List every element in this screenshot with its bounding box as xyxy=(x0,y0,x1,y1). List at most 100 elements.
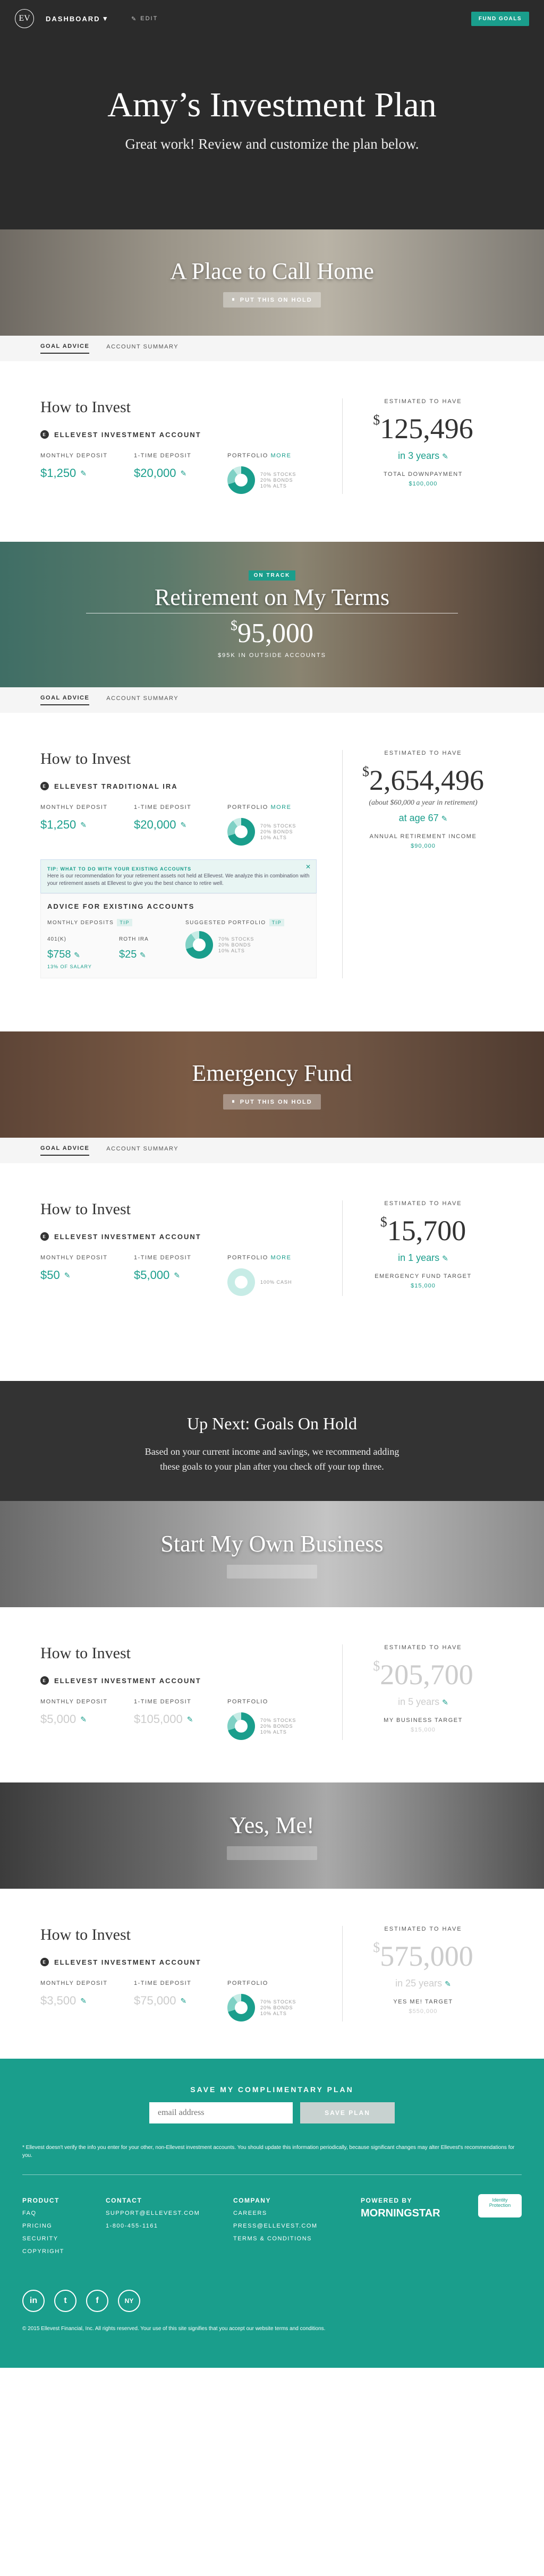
linkedin-icon[interactable]: in xyxy=(22,2290,45,2312)
target-value[interactable]: $100,000 xyxy=(343,481,504,487)
goal-tabs: GOAL ADVICE ACCOUNT SUMMARY xyxy=(0,687,544,713)
footer-link-pricing[interactable]: PRICING xyxy=(22,2220,106,2232)
pencil-icon[interactable]: ✎ xyxy=(181,469,187,478)
portfolio-donut xyxy=(227,466,255,494)
target-value[interactable]: $90,000 xyxy=(343,843,504,849)
target-value[interactable]: $15,000 xyxy=(343,1727,504,1733)
pencil-icon[interactable]: ✎ xyxy=(181,1997,187,2006)
monthly-deposits-label: MONTHLY DEPOSITS xyxy=(47,920,114,926)
pencil-icon[interactable]: ✎ xyxy=(80,469,87,478)
target-value[interactable]: $550,000 xyxy=(343,2008,504,2015)
close-icon[interactable]: ✕ xyxy=(305,863,311,871)
time-value[interactable]: in 25 years xyxy=(395,1978,442,1989)
tip-title: TIP: WHAT TO DO WITH YOUR EXISTING ACCOU… xyxy=(47,866,192,872)
footer-link-copyright[interactable]: COPYRIGHT xyxy=(22,2245,106,2258)
tab-account-summary[interactable]: ACCOUNT SUMMARY xyxy=(106,344,178,353)
time-value[interactable]: in 3 years xyxy=(398,450,439,461)
pencil-icon[interactable]: ✎ xyxy=(140,951,146,960)
add-to-plan-button[interactable] xyxy=(227,1564,317,1579)
k401-value[interactable]: $758 xyxy=(47,949,71,960)
pencil-icon[interactable]: ✎ xyxy=(74,951,80,960)
logo[interactable]: EV xyxy=(15,9,34,28)
footer-link-careers[interactable]: CAREERS xyxy=(233,2207,361,2220)
estimated-label: ESTIMATED TO HAVE xyxy=(384,398,462,405)
more-link[interactable]: MORE xyxy=(270,453,291,459)
pause-icon: ⏸ xyxy=(232,296,236,303)
pencil-icon[interactable]: ✎ xyxy=(441,814,448,823)
pencil-icon[interactable]: ✎ xyxy=(442,452,448,461)
pencil-icon[interactable]: ✎ xyxy=(80,1997,87,2006)
pencil-icon[interactable]: ✎ xyxy=(64,1271,71,1280)
pencil-icon[interactable]: ✎ xyxy=(181,821,187,830)
up-next-section: Up Next: Goals On Hold Based on your cur… xyxy=(0,1381,544,1501)
tip-tag[interactable]: TIP xyxy=(117,919,132,926)
monthly-deposit-value[interactable]: $1,250 xyxy=(40,466,76,480)
monthly-deposit-value[interactable]: $1,250 xyxy=(40,818,76,832)
estimated-amount: $125,496 xyxy=(373,412,473,445)
portfolio-label: PORTFOLIO xyxy=(227,1980,268,1986)
fund-goals-button[interactable]: FUND GOALS xyxy=(471,11,529,26)
roth-value[interactable]: $25 xyxy=(119,949,137,960)
email-input[interactable] xyxy=(149,2102,293,2123)
monthly-deposit-value[interactable]: $5,000 xyxy=(40,1712,76,1726)
put-on-hold-button[interactable]: ⏸ PUT THIS ON HOLD xyxy=(223,1094,321,1110)
pencil-icon[interactable]: ✎ xyxy=(442,1254,448,1263)
k401-label: 401(K) xyxy=(47,936,67,942)
powered-by-label: POWERED BY xyxy=(361,2197,413,2204)
one-time-deposit-value[interactable]: $105,000 xyxy=(134,1712,183,1726)
one-time-deposit-value[interactable]: $75,000 xyxy=(134,1994,176,2008)
tab-goal-advice[interactable]: GOAL ADVICE xyxy=(40,695,90,705)
page-subtitle: Great work! Review and customize the pla… xyxy=(125,136,419,152)
how-to-invest-heading: How to Invest xyxy=(40,1644,131,1662)
goal-banner-home: A Place to Call Home ⏸ PUT THIS ON HOLD xyxy=(0,229,544,336)
monthly-deposit-value[interactable]: $50 xyxy=(40,1268,60,1282)
footer-link-terms[interactable]: TERMS & CONDITIONS xyxy=(233,2232,361,2245)
more-link[interactable]: MORE xyxy=(270,1255,291,1261)
security-badge: Identity Protection xyxy=(478,2194,522,2217)
amount-value: 205,700 xyxy=(380,1659,473,1691)
add-to-plan-button[interactable] xyxy=(227,1846,317,1860)
more-link[interactable]: MORE xyxy=(270,804,291,811)
pencil-icon[interactable]: ✎ xyxy=(80,1715,87,1724)
pencil-icon[interactable]: ✎ xyxy=(174,1271,180,1280)
dashboard-menu[interactable]: DASHBOARD ▾ xyxy=(46,14,108,23)
pencil-icon[interactable]: ✎ xyxy=(187,1715,193,1724)
estimated-label: ESTIMATED TO HAVE xyxy=(384,1200,462,1207)
ny-icon[interactable]: NY xyxy=(118,2290,140,2312)
estimated-amount: $15,700 xyxy=(380,1214,466,1247)
footer-link-faq[interactable]: FAQ xyxy=(22,2207,106,2220)
time-value[interactable]: in 1 years xyxy=(398,1252,439,1263)
put-on-hold-button[interactable]: ⏸ PUT THIS ON HOLD xyxy=(223,292,321,308)
account-name: E ELLEVEST INVESTMENT ACCOUNT xyxy=(40,430,321,439)
footer-press-link[interactable]: PRESS@ELLEVEST.COM xyxy=(233,2220,361,2232)
amount-value: 2,654,496 xyxy=(369,764,484,796)
one-time-deposit-value[interactable]: $5,000 xyxy=(134,1268,169,1282)
tab-account-summary[interactable]: ACCOUNT SUMMARY xyxy=(106,1146,178,1155)
footer-email-link[interactable]: SUPPORT@ELLEVEST.COM xyxy=(106,2207,233,2220)
estimated-amount: $575,000 xyxy=(373,1940,473,1972)
banner-amount: $95,000 xyxy=(231,618,313,649)
save-plan-button[interactable]: SAVE PLAN xyxy=(300,2102,395,2123)
footer-phone[interactable]: 1-800-455-1161 xyxy=(106,2220,233,2232)
page-title: Amy’s Investment Plan xyxy=(107,86,437,124)
edit-link[interactable]: ✎ EDIT xyxy=(131,15,158,22)
banner-image xyxy=(0,542,544,687)
target-value[interactable]: $15,000 xyxy=(343,1283,504,1289)
facebook-icon[interactable]: f xyxy=(86,2290,108,2312)
one-time-deposit-value[interactable]: $20,000 xyxy=(134,466,176,480)
pencil-icon[interactable]: ✎ xyxy=(442,1698,448,1707)
one-time-deposit-value[interactable]: $20,000 xyxy=(134,818,176,832)
tab-account-summary[interactable]: ACCOUNT SUMMARY xyxy=(106,695,178,705)
time-value[interactable]: at age 67 xyxy=(399,813,439,823)
tip-tag[interactable]: TIP xyxy=(269,919,285,926)
monthly-deposit-value[interactable]: $3,500 xyxy=(40,1994,76,2008)
pencil-icon[interactable]: ✎ xyxy=(445,1980,451,1989)
pencil-icon: ✎ xyxy=(131,15,138,22)
time-value[interactable]: in 5 years xyxy=(398,1696,439,1707)
tab-goal-advice[interactable]: GOAL ADVICE xyxy=(40,1145,90,1156)
one-time-deposit-label: 1-TIME DEPOSIT xyxy=(134,1699,192,1705)
footer-link-security[interactable]: SECURITY xyxy=(22,2232,106,2245)
tab-goal-advice[interactable]: GOAL ADVICE xyxy=(40,343,90,354)
pencil-icon[interactable]: ✎ xyxy=(80,821,87,830)
twitter-icon[interactable]: t xyxy=(54,2290,76,2312)
